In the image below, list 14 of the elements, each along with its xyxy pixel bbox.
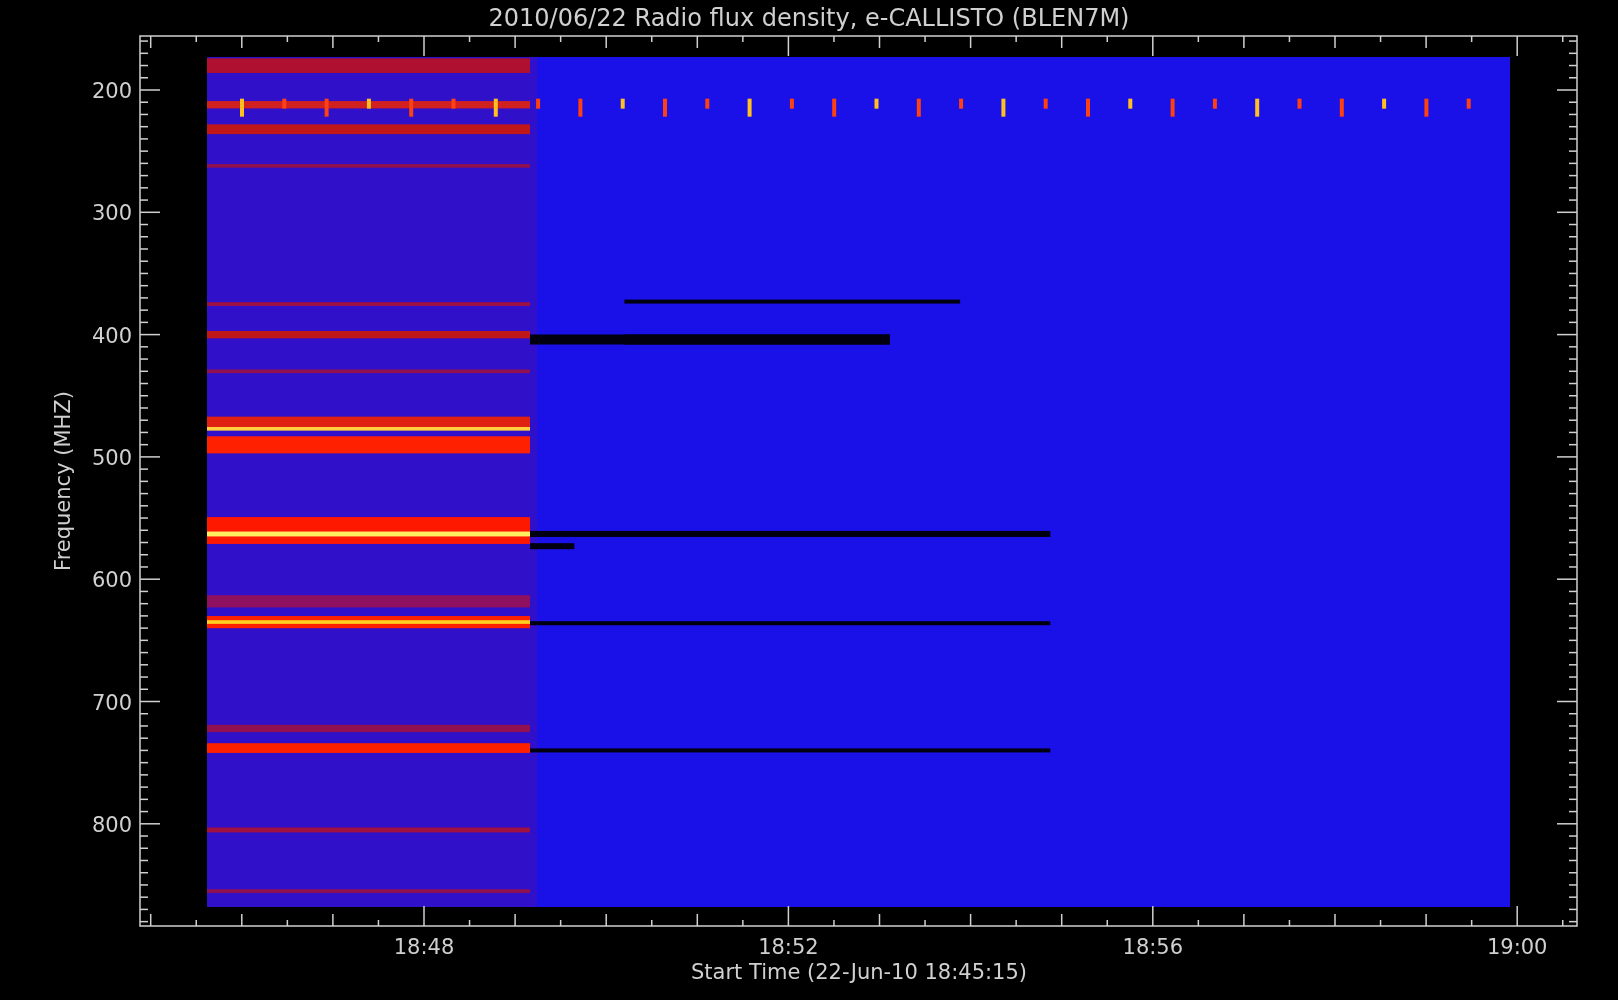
y-tick-label: 400 (91, 323, 132, 348)
y-tick-label: 700 (91, 690, 132, 715)
x-tick-label: 18:52 (758, 935, 819, 959)
x-tick-label: 18:56 (1122, 935, 1184, 959)
y-tick-label: 800 (91, 812, 132, 837)
y-tick-label: 300 (91, 201, 132, 226)
y-tick-label: 600 (91, 568, 132, 593)
x-axis-label: Start Time (22-Jun-10 18:45:15) (691, 960, 1027, 984)
y-axis-label: Frequency (MHZ) (51, 391, 75, 571)
y-tick-label: 200 (91, 79, 132, 103)
chart-title: 2010/06/22 Radio flux density, e-CALLISTO (BLEN7M) (488, 4, 1130, 32)
x-tick-label: 18:48 (393, 935, 455, 959)
x-tick-label: 19:00 (1486, 935, 1548, 959)
y-tick-label: 500 (91, 445, 132, 470)
